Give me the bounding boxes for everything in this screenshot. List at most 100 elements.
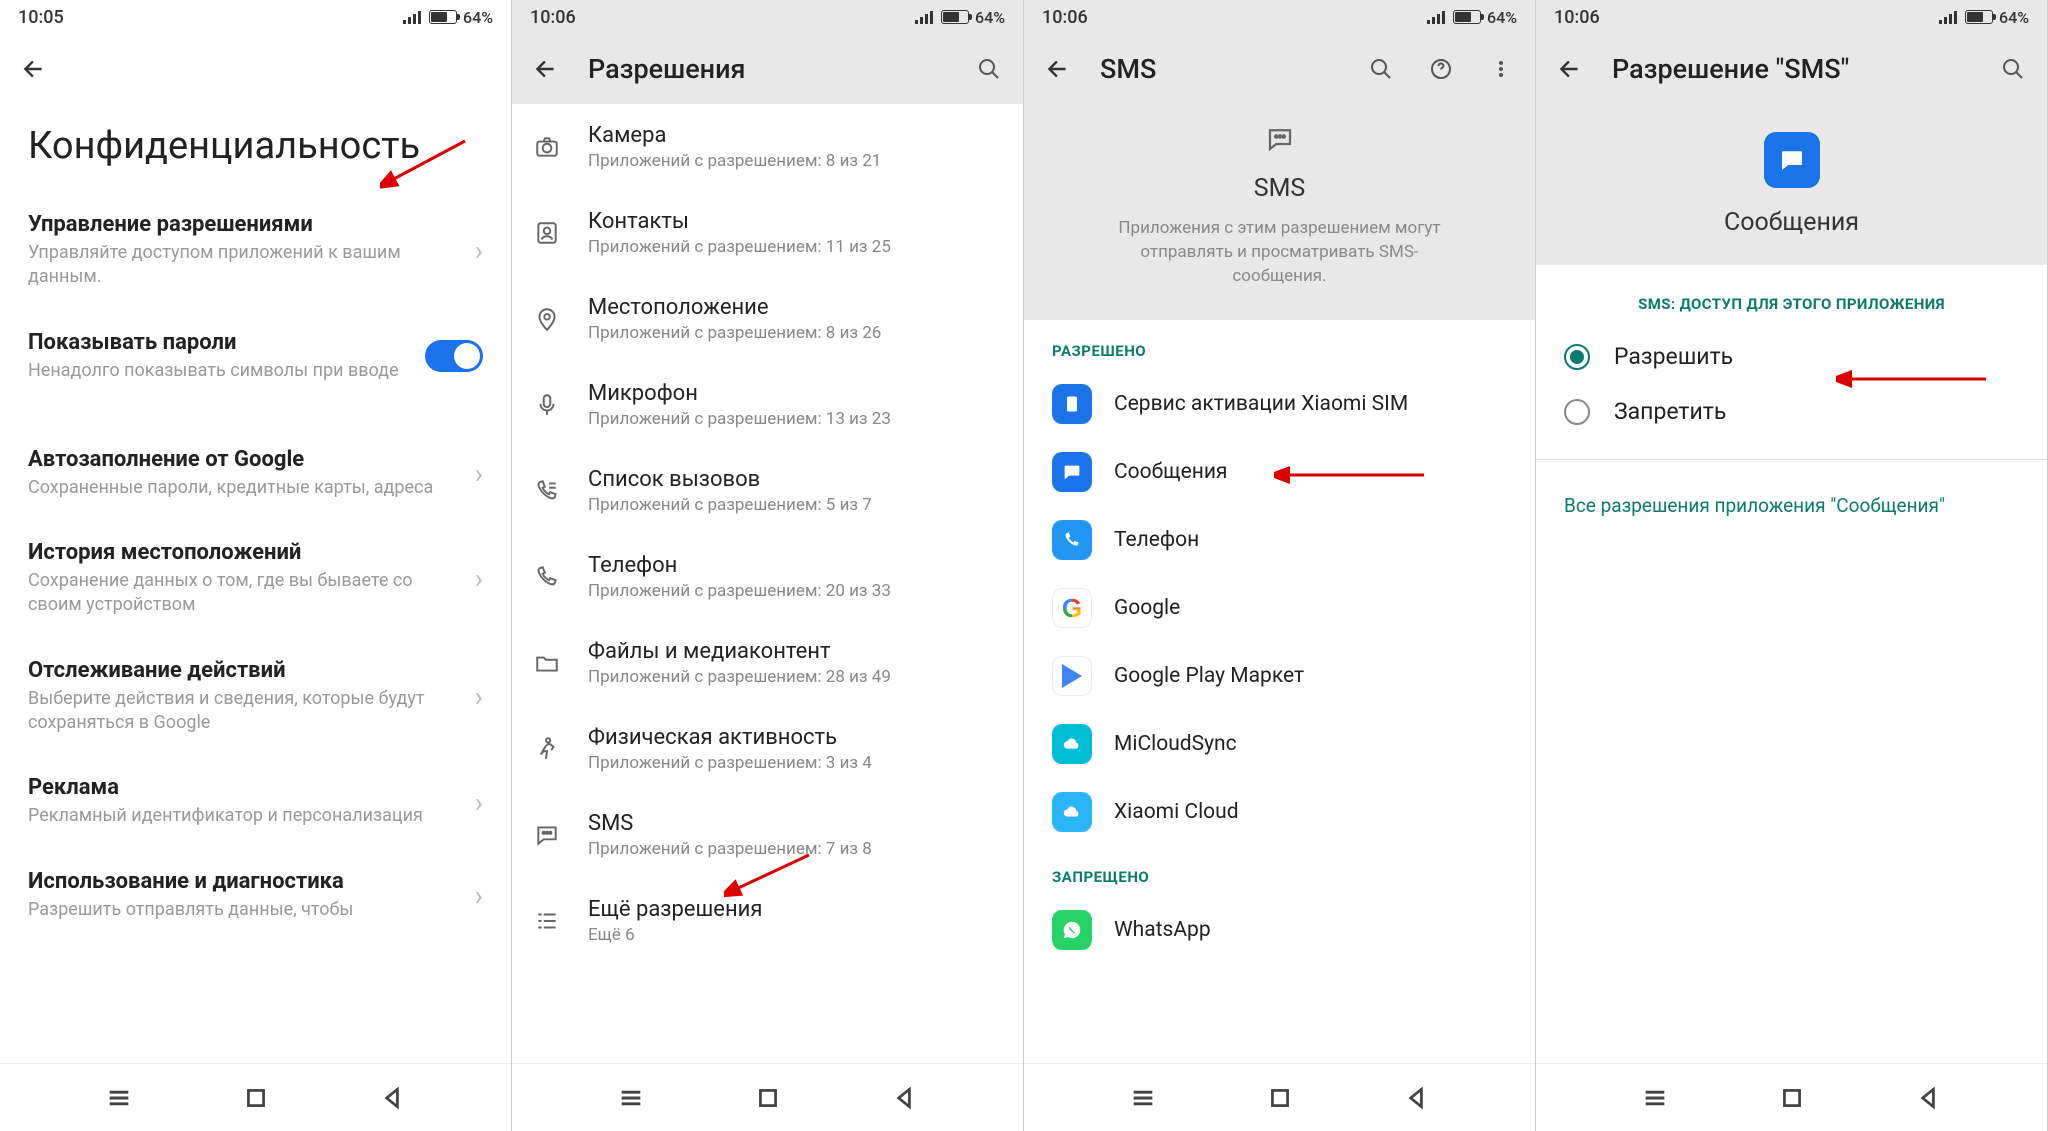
pane-sms-apps: 10:06 64% SMS SMS Приложения с этим разр…: [1024, 0, 1536, 1131]
nav-home-icon[interactable]: [1774, 1080, 1810, 1116]
pref-location-history[interactable]: История местоположений Сохранение данных…: [0, 520, 511, 638]
radio-icon[interactable]: [1564, 399, 1590, 425]
perm-sub: Ещё 6: [588, 925, 1003, 945]
help-icon[interactable]: [1423, 51, 1459, 87]
search-icon[interactable]: [1363, 51, 1399, 87]
perm-sub: Приложений с разрешением: 5 из 7: [588, 495, 1003, 515]
pref-ads[interactable]: Реклама Рекламный идентификатор и персон…: [0, 755, 511, 848]
status-bar: 10:05 64%: [0, 0, 511, 34]
perm-sub: Приложений с разрешением: 8 из 21: [588, 151, 1003, 171]
perm-sub: Приложений с разрешением: 28 из 49: [588, 667, 1003, 687]
app-phone[interactable]: Телефон: [1024, 506, 1535, 574]
nav-back-icon[interactable]: [886, 1080, 922, 1116]
nav-home-icon[interactable]: [1262, 1080, 1298, 1116]
nav-recents-icon[interactable]: [1637, 1080, 1673, 1116]
status-bar: 10:06 64%: [1536, 0, 2047, 34]
app-messages[interactable]: Сообщения: [1024, 438, 1535, 506]
perm-activity[interactable]: Физическая активностьПриложений с разреш…: [512, 706, 1023, 792]
perm-location[interactable]: МестоположениеПриложений с разрешением: …: [512, 276, 1023, 362]
nav-back-icon[interactable]: [1910, 1080, 1946, 1116]
page-title: SMS: [1100, 53, 1339, 85]
pref-sub: Сохранение данных о том, где вы бываете …: [28, 569, 461, 618]
nav-recents-icon[interactable]: [1125, 1080, 1161, 1116]
pref-title: Показывать пароли: [28, 330, 411, 355]
status-time: 10:06: [1042, 7, 1088, 28]
pref-show-passwords[interactable]: Показывать пароли Ненадолго показывать с…: [0, 310, 511, 403]
app-micloudsync[interactable]: MiCloudSync: [1024, 710, 1535, 778]
nav-home-icon[interactable]: [238, 1080, 274, 1116]
perm-call-log[interactable]: Список вызововПриложений с разрешением: …: [512, 448, 1023, 534]
perm-camera[interactable]: КамераПриложений с разрешением: 8 из 21: [512, 104, 1023, 190]
nav-home-icon[interactable]: [750, 1080, 786, 1116]
app-bar: Разрешения: [512, 34, 1023, 104]
nav-back-icon[interactable]: [1398, 1080, 1434, 1116]
status-time: 10:05: [18, 7, 64, 28]
app-name: MiCloudSync: [1114, 732, 1237, 756]
back-icon[interactable]: [1552, 51, 1588, 87]
app-name: Сообщения: [1114, 460, 1227, 484]
perm-sub: Приложений с разрешением: 8 из 26: [588, 323, 1003, 343]
app-whatsapp[interactable]: WhatsApp: [1024, 896, 1535, 964]
nav-recents-icon[interactable]: [101, 1080, 137, 1116]
radio-icon[interactable]: [1564, 344, 1590, 370]
phone-icon: [1052, 520, 1092, 560]
pref-title: Отслеживание действий: [28, 658, 461, 683]
pref-sub: Выберите действия и сведения, которые бу…: [28, 687, 461, 736]
battery-icon: [1965, 10, 1993, 24]
pref-diagnostics[interactable]: Использование и диагностика Разрешить от…: [0, 849, 511, 942]
back-icon[interactable]: [16, 51, 52, 87]
activity-icon: [532, 734, 562, 764]
app-title: Сообщения: [1536, 208, 2047, 237]
perm-storage[interactable]: Файлы и медиаконтентПриложений с разреше…: [512, 620, 1023, 706]
pref-autofill[interactable]: Автозаполнение от Google Сохраненные пар…: [0, 427, 511, 520]
perm-sms[interactable]: SMSПриложений с разрешением: 7 из 8: [512, 792, 1023, 878]
app-xiaomi-cloud[interactable]: Xiaomi Cloud: [1024, 778, 1535, 846]
radio-allow[interactable]: Разрешить: [1536, 329, 2047, 384]
status-indicators: 64%: [1427, 8, 1517, 27]
nav-bar: [512, 1063, 1023, 1131]
radio-deny[interactable]: Запретить: [1536, 384, 2047, 439]
pref-manage-permissions[interactable]: Управление разрешениями Управляйте досту…: [0, 192, 511, 310]
pref-title: История местоположений: [28, 540, 461, 565]
status-indicators: 64%: [915, 8, 1005, 27]
signal-icon: [1427, 10, 1447, 24]
content: SMS: ДОСТУП ДЛЯ ЭТОГО ПРИЛОЖЕНИЯ Разреши…: [1536, 265, 2047, 1063]
perm-more[interactable]: Ещё разрешенияЕщё 6: [512, 878, 1023, 964]
folder-icon: [532, 648, 562, 678]
back-icon[interactable]: [528, 51, 564, 87]
nav-back-icon[interactable]: [374, 1080, 410, 1116]
pref-activity-tracking[interactable]: Отслеживание действий Выберите действия …: [0, 638, 511, 756]
back-icon[interactable]: [1040, 51, 1076, 87]
app-google[interactable]: G Google: [1024, 574, 1535, 642]
nav-bar: [1536, 1063, 2047, 1131]
status-indicators: 64%: [403, 8, 493, 27]
section-allowed: РАЗРЕШЕНО: [1024, 320, 1535, 370]
section-label: SMS: ДОСТУП ДЛЯ ЭТОГО ПРИЛОЖЕНИЯ: [1536, 265, 2047, 329]
perm-microphone[interactable]: МикрофонПриложений с разрешением: 13 из …: [512, 362, 1023, 448]
toggle-switch[interactable]: [425, 340, 483, 372]
app-bar: Разрешение "SMS": [1536, 34, 2047, 104]
status-indicators: 64%: [1939, 8, 2029, 27]
section-denied: ЗАПРЕЩЕНО: [1024, 846, 1535, 896]
chevron-right-icon: ›: [475, 234, 483, 267]
status-bar: 10:06 64%: [512, 0, 1023, 34]
pane-privacy: 10:05 64% Конфиденциальность Управление …: [0, 0, 512, 1131]
perm-contacts[interactable]: КонтактыПриложений с разрешением: 11 из …: [512, 190, 1023, 276]
perm-phone[interactable]: ТелефонПриложений с разрешением: 20 из 3…: [512, 534, 1023, 620]
app-name: Xiaomi Cloud: [1114, 800, 1239, 824]
whatsapp-icon: [1052, 910, 1092, 950]
battery-icon: [941, 10, 969, 24]
all-permissions-link[interactable]: Все разрешения приложения "Сообщения": [1536, 480, 2047, 531]
pref-title: Использование и диагностика: [28, 869, 461, 894]
pref-title: Автозаполнение от Google: [28, 447, 461, 472]
app-xiaomi-sim[interactable]: Сервис активации Xiaomi SIM: [1024, 370, 1535, 438]
more-icon: [532, 906, 562, 936]
search-icon[interactable]: [971, 51, 1007, 87]
overflow-icon[interactable]: [1483, 51, 1519, 87]
hero: Сообщения: [1536, 104, 2047, 265]
signal-icon: [403, 10, 423, 24]
nav-recents-icon[interactable]: [613, 1080, 649, 1116]
app-play-market[interactable]: Google Play Маркет: [1024, 642, 1535, 710]
search-icon[interactable]: [1995, 51, 2031, 87]
page-title: Разрешение "SMS": [1612, 53, 1971, 85]
